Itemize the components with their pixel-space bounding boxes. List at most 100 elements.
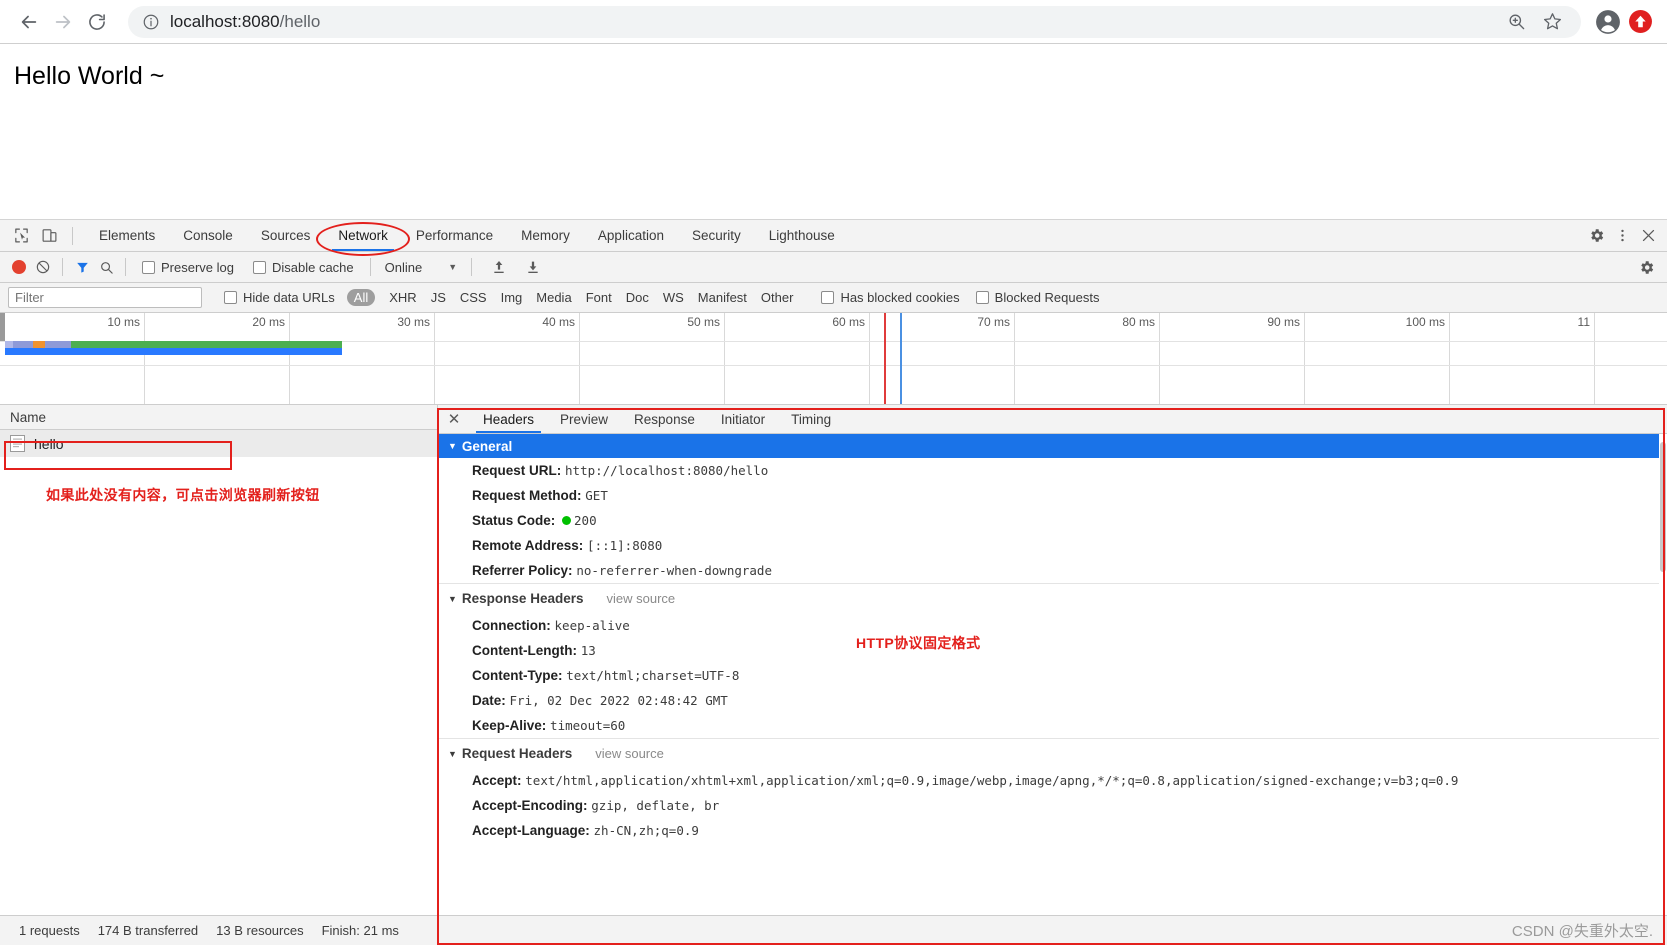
checkbox-label: Disable cache: [272, 260, 354, 275]
request-row-hello[interactable]: hello: [0, 430, 437, 457]
header-key: Referrer Policy:: [472, 563, 573, 578]
tick-label: 80 ms: [1122, 315, 1155, 329]
header-row-content-length: Content-Length: 13: [438, 638, 1667, 663]
close-devtools-icon[interactable]: [1637, 225, 1659, 247]
more-options-icon[interactable]: [1611, 225, 1633, 247]
reload-button[interactable]: [80, 5, 114, 39]
header-row-accept: Accept: text/html,application/xhtml+xml,…: [438, 768, 1667, 793]
header-row-accept-encoding: Accept-Encoding: gzip, deflate, br: [438, 793, 1667, 818]
triangle-down-icon: ▼: [448, 594, 457, 604]
section-header-general[interactable]: ▼ General: [438, 434, 1667, 458]
address-bar[interactable]: localhost:8080/hello: [128, 6, 1581, 38]
forward-button[interactable]: [46, 5, 80, 39]
profile-avatar[interactable]: [1591, 5, 1625, 39]
network-overview[interactable]: 10 ms 20 ms 30 ms 40 ms 50 ms 60 ms 70 m…: [0, 313, 1667, 405]
omnibox-actions: [1489, 7, 1567, 37]
tab-memory[interactable]: Memory: [507, 220, 584, 251]
update-button[interactable]: [1625, 7, 1655, 37]
header-value: timeout=60: [550, 718, 625, 733]
gear-icon[interactable]: [1585, 225, 1607, 247]
tab-sources[interactable]: Sources: [247, 220, 325, 251]
timeline-ruler: 10 ms 20 ms 30 ms 40 ms 50 ms 60 ms 70 m…: [0, 313, 1667, 404]
device-toolbar-icon[interactable]: [38, 225, 60, 247]
header-value: [::1]:8080: [587, 538, 662, 553]
tab-label: Elements: [99, 228, 155, 243]
hide-data-urls-checkbox[interactable]: Hide data URLs: [224, 290, 335, 305]
close-details-icon[interactable]: ✕: [438, 405, 470, 433]
section-header-response-headers[interactable]: ▼ Response Headers view source: [438, 583, 1667, 613]
tab-label: Response: [634, 412, 695, 427]
network-settings-gear-icon[interactable]: [1635, 256, 1657, 278]
record-button[interactable]: [8, 256, 30, 278]
checkbox-label: Hide data URLs: [243, 290, 335, 305]
blocked-requests-checkbox[interactable]: Blocked Requests: [976, 290, 1100, 305]
filter-type-ws[interactable]: WS: [663, 290, 684, 305]
details-tab-preview[interactable]: Preview: [547, 405, 621, 433]
request-list-pane: Name hello 如果此处没有内容，可点击浏览器刷新按钮: [0, 405, 438, 860]
tab-label: Security: [692, 228, 741, 243]
has-blocked-cookies-checkbox[interactable]: Has blocked cookies: [821, 290, 959, 305]
header-key: Content-Length:: [472, 643, 577, 658]
overview-scrollbar[interactable]: [0, 313, 5, 341]
filter-type-font[interactable]: Font: [586, 290, 612, 305]
checkbox-label: Blocked Requests: [995, 290, 1100, 305]
tab-lighthouse[interactable]: Lighthouse: [755, 220, 849, 251]
details-tab-timing[interactable]: Timing: [778, 405, 844, 433]
tab-elements[interactable]: Elements: [85, 220, 169, 251]
export-har-icon[interactable]: [522, 256, 544, 278]
inspect-element-icon[interactable]: [10, 225, 32, 247]
url-text: localhost:8080/hello: [170, 12, 320, 32]
header-key: Content-Type:: [472, 668, 563, 683]
preserve-log-checkbox[interactable]: Preserve log: [142, 260, 234, 275]
throttling-dropdown[interactable]: Online ▼: [379, 260, 464, 275]
tick-label: 60 ms: [832, 315, 865, 329]
details-tab-initiator[interactable]: Initiator: [708, 405, 778, 433]
view-source-link[interactable]: view source: [595, 746, 664, 761]
filter-icon[interactable]: [71, 256, 93, 278]
checkbox-box: [224, 291, 237, 304]
tick-label: 90 ms: [1267, 315, 1300, 329]
site-info-icon[interactable]: [142, 13, 160, 31]
resource-type-filters: All XHR JS CSS Img Media Font Doc WS Man…: [347, 289, 794, 306]
zoom-icon[interactable]: [1501, 7, 1531, 37]
tick-label: 100 ms: [1406, 315, 1445, 329]
header-value: keep-alive: [555, 618, 630, 633]
header-key: Request URL:: [472, 463, 561, 478]
bookmark-star-icon[interactable]: [1537, 7, 1567, 37]
details-tab-headers[interactable]: Headers: [470, 405, 547, 433]
checkbox-label: Preserve log: [161, 260, 234, 275]
throttling-value: Online: [385, 260, 423, 275]
details-scrollbar[interactable]: [1659, 434, 1667, 860]
checkbox-label: Has blocked cookies: [840, 290, 959, 305]
tab-performance[interactable]: Performance: [402, 220, 507, 251]
search-icon[interactable]: [95, 256, 117, 278]
header-value: Fri, 02 Dec 2022 02:48:42 GMT: [510, 693, 728, 708]
filter-type-img[interactable]: Img: [501, 290, 523, 305]
tab-label: Performance: [416, 228, 493, 243]
tab-application[interactable]: Application: [584, 220, 678, 251]
tab-security[interactable]: Security: [678, 220, 755, 251]
filter-type-xhr[interactable]: XHR: [389, 290, 416, 305]
view-source-link[interactable]: view source: [606, 591, 675, 606]
clear-icon[interactable]: [32, 256, 54, 278]
status-finish: Finish: 21 ms: [313, 923, 408, 938]
checkbox-box: [976, 291, 989, 304]
filter-type-css[interactable]: CSS: [460, 290, 487, 305]
filter-type-manifest[interactable]: Manifest: [698, 290, 747, 305]
header-value: 13: [581, 643, 596, 658]
tab-label: Memory: [521, 228, 570, 243]
filter-type-doc[interactable]: Doc: [626, 290, 649, 305]
filter-type-js[interactable]: JS: [431, 290, 446, 305]
filter-input[interactable]: [8, 287, 202, 308]
import-har-icon[interactable]: [488, 256, 510, 278]
disable-cache-checkbox[interactable]: Disable cache: [253, 260, 354, 275]
back-button[interactable]: [12, 5, 46, 39]
filter-type-media[interactable]: Media: [536, 290, 571, 305]
tab-console[interactable]: Console: [169, 220, 247, 251]
details-tab-response[interactable]: Response: [621, 405, 708, 433]
section-header-request-headers[interactable]: ▼ Request Headers view source: [438, 738, 1667, 768]
filter-type-all[interactable]: All: [347, 289, 375, 306]
devtools-panel: Elements Console Sources Network Perform…: [0, 220, 1667, 860]
filter-type-other[interactable]: Other: [761, 290, 794, 305]
tab-network[interactable]: Network: [324, 220, 402, 251]
